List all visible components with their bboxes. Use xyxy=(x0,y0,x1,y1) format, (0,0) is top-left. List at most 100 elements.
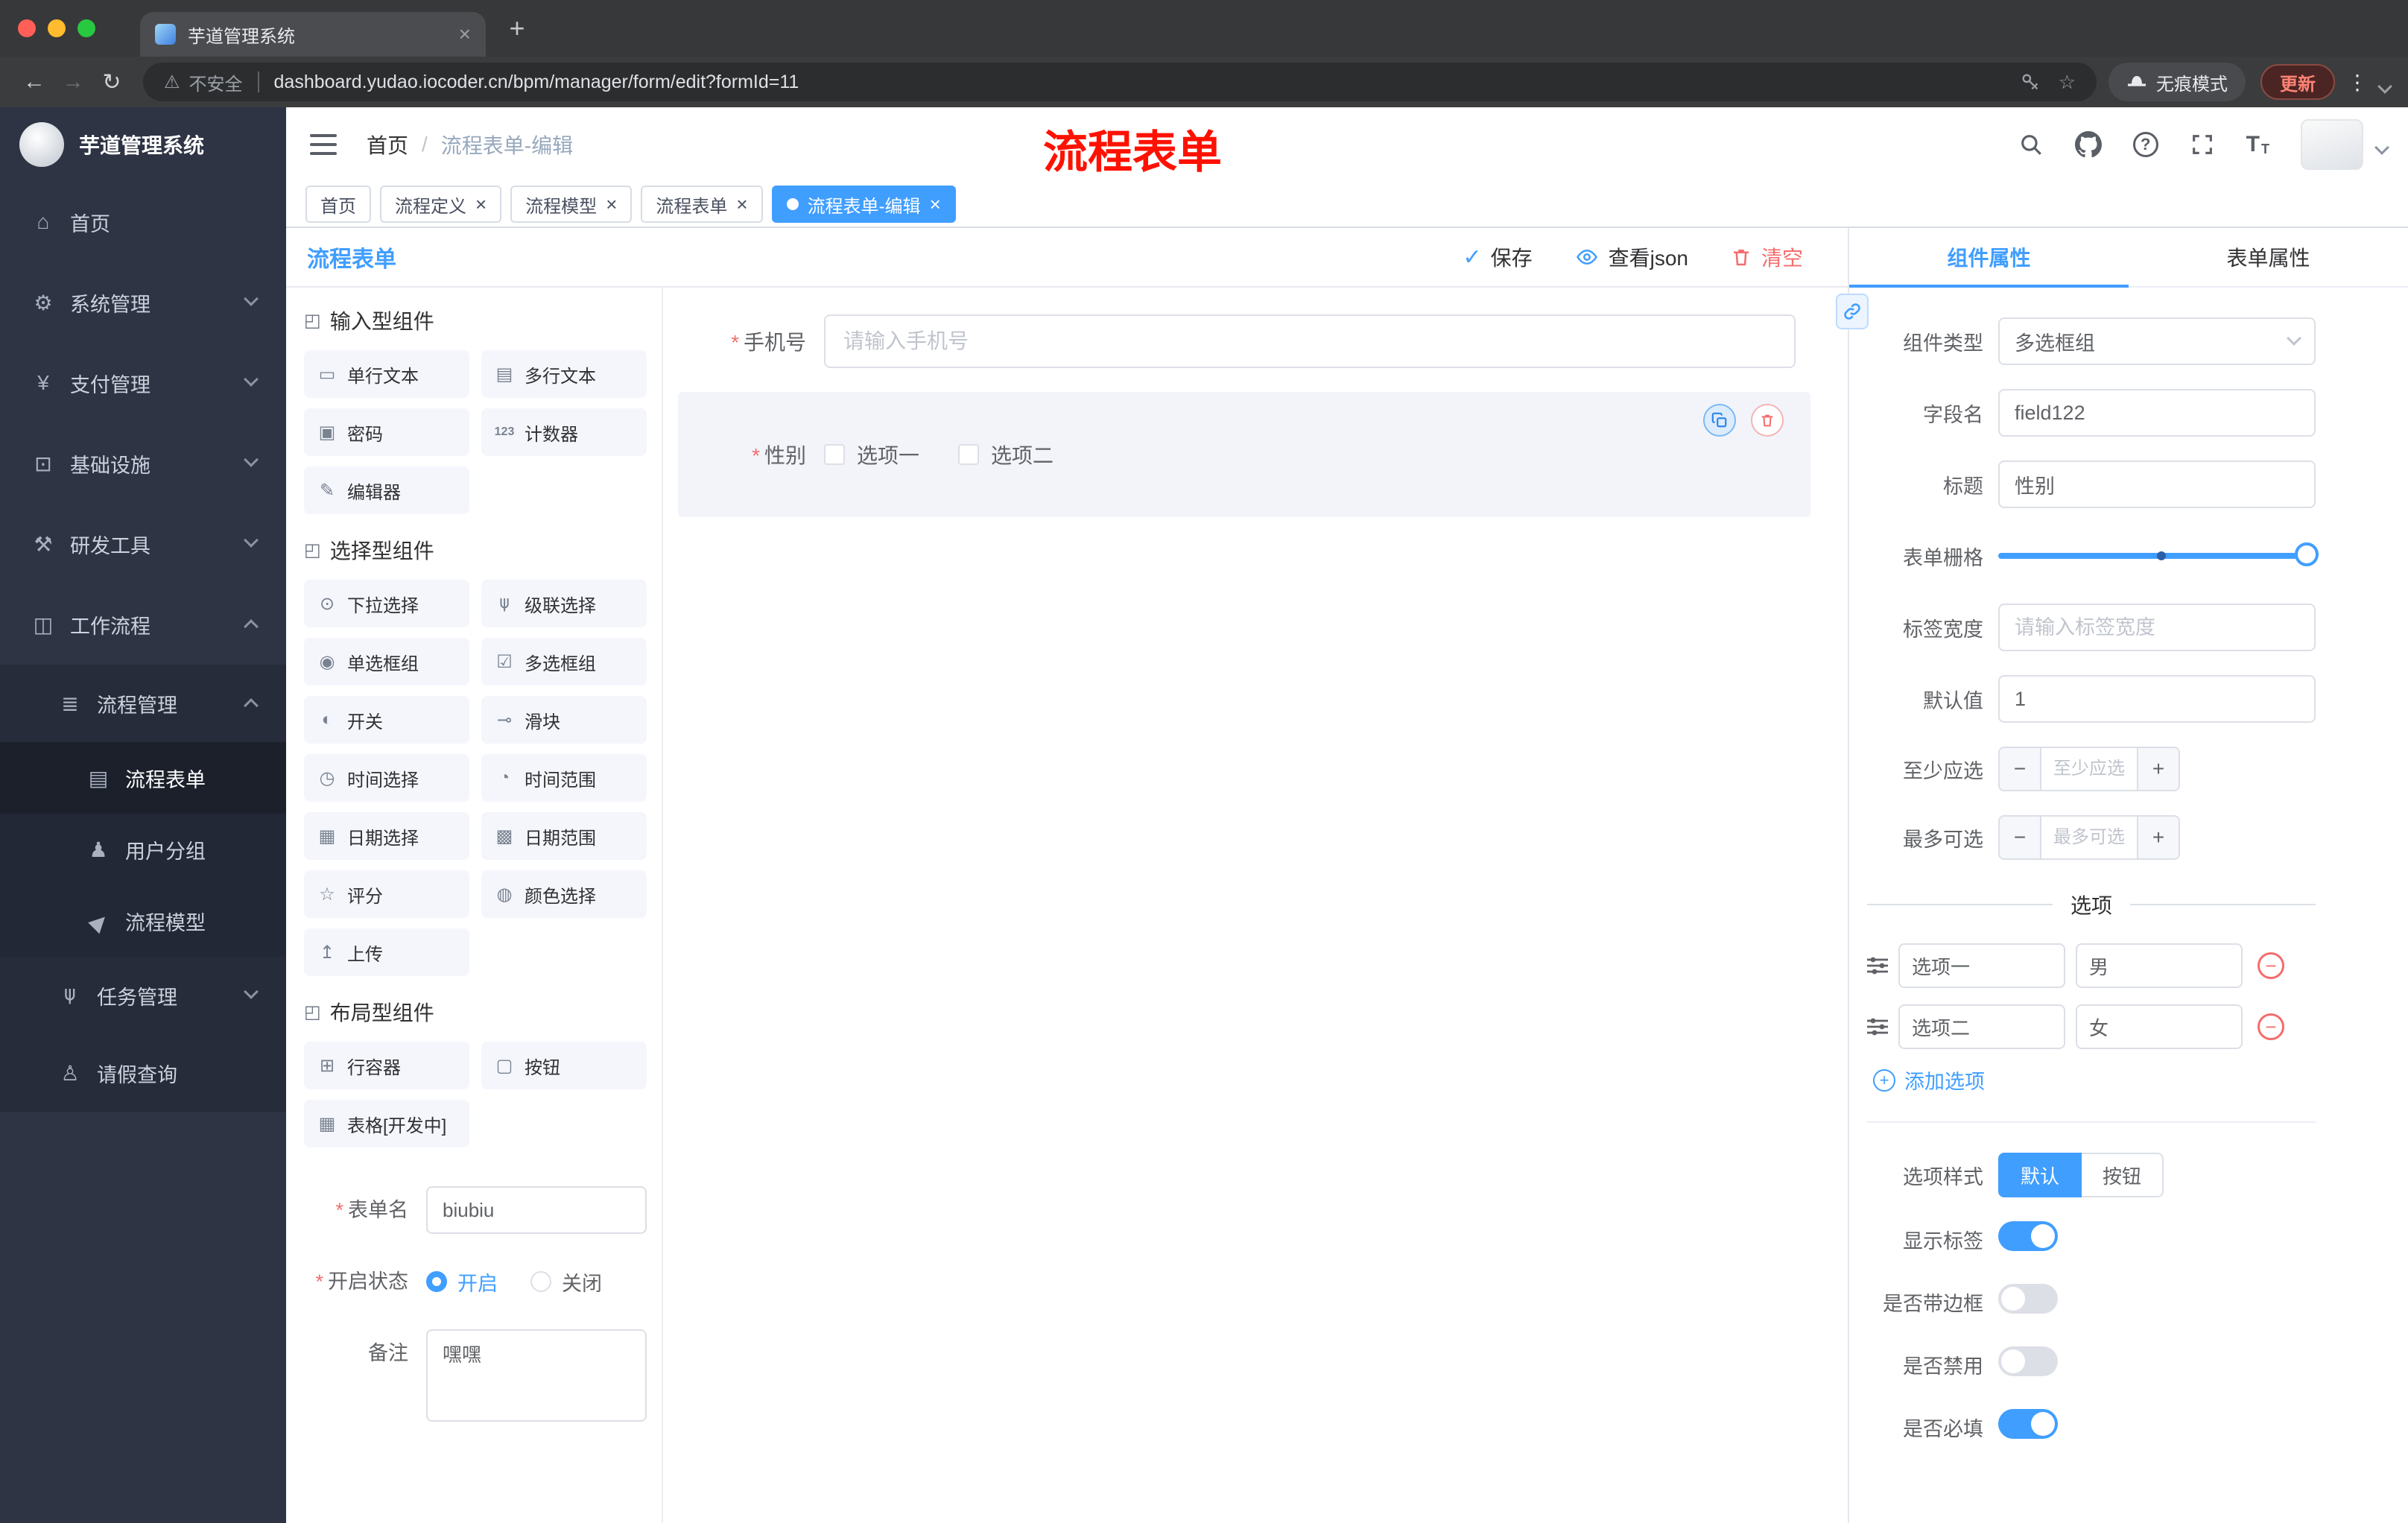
copy-field-button[interactable] xyxy=(1703,404,1736,437)
component-type-select[interactable]: 多选框组 xyxy=(1998,317,2316,365)
save-button[interactable]: ✓ 保存 xyxy=(1463,242,1532,272)
route-tab-process-form[interactable]: 流程表单 × xyxy=(641,186,763,223)
drag-handle-icon[interactable] xyxy=(1867,957,1888,975)
new-tab-button[interactable]: + xyxy=(498,9,536,48)
palette-item-date-range[interactable]: ▩ 日期范围 xyxy=(481,812,647,860)
browser-menu-icon[interactable]: ⋮ xyxy=(2347,70,2368,95)
incognito-badge[interactable]: 无痕模式 xyxy=(2108,63,2246,101)
update-button[interactable]: 更新 xyxy=(2260,64,2335,100)
canvas-field-gender-selected[interactable]: 性别 选项一 选项二 xyxy=(678,392,1810,517)
option2-value-input[interactable] xyxy=(2076,1004,2243,1049)
collapse-sidebar-icon[interactable] xyxy=(310,134,337,155)
breadcrumb-home[interactable]: 首页 xyxy=(367,130,408,159)
sidebar-item-workflow[interactable]: ◫ 工作流程 xyxy=(0,584,286,665)
address-bar[interactable]: ⚠ 不安全 dashboard.yudao.iocoder.cn/bpm/man… xyxy=(143,63,2097,101)
min-select-input[interactable] xyxy=(2041,748,2137,790)
back-icon[interactable]: ← xyxy=(15,69,54,95)
palette-item-password[interactable]: ▣ 密码 xyxy=(304,408,469,456)
max-select-input[interactable] xyxy=(2041,817,2137,858)
palette-item-multi-line-text[interactable]: ▤ 多行文本 xyxy=(481,350,647,398)
palette-item-color-picker[interactable]: ◍ 颜色选择 xyxy=(481,870,647,918)
search-icon[interactable] xyxy=(2018,132,2044,157)
bookmark-star-icon[interactable]: ☆ xyxy=(2059,71,2076,94)
title-input[interactable] xyxy=(1998,460,2316,508)
option1-label-input[interactable] xyxy=(1898,943,2065,988)
help-icon[interactable]: ? xyxy=(2132,132,2158,157)
sidebar-item-dev-tools[interactable]: ⚒ 研发工具 xyxy=(0,504,286,584)
remove-option-icon[interactable]: − xyxy=(2258,1013,2284,1040)
show-label-toggle[interactable] xyxy=(1998,1221,2058,1251)
palette-item-single-line-text[interactable]: ▭ 单行文本 xyxy=(304,350,469,398)
close-window-button[interactable] xyxy=(18,19,36,37)
sidebar-item-process-form[interactable]: ▤ 流程表单 xyxy=(0,742,286,814)
palette-item-slider[interactable]: ⊸ 滑块 xyxy=(481,696,647,744)
field-name-input[interactable] xyxy=(1998,389,2316,437)
chevron-down-icon[interactable] xyxy=(2374,140,2389,155)
form-grid-slider[interactable] xyxy=(1998,532,2319,580)
tab-close-icon[interactable]: × xyxy=(459,24,471,45)
browser-tab[interactable]: 芋道管理系统 × xyxy=(140,12,486,57)
palette-item-counter[interactable]: 123 计数器 xyxy=(481,408,647,456)
required-toggle[interactable] xyxy=(1998,1409,2058,1439)
palette-item-table[interactable]: ▦ 表格[开发中] xyxy=(304,1100,469,1147)
style-button-button[interactable]: 按钮 xyxy=(2082,1153,2164,1197)
status-on-radio[interactable]: 开启 xyxy=(426,1267,498,1296)
sidebar-item-home[interactable]: ⌂ 首页 xyxy=(0,182,286,262)
tab-component-props[interactable]: 组件属性 xyxy=(1849,228,2129,288)
sidebar-logo[interactable]: 芋道管理系统 xyxy=(0,107,286,182)
status-off-radio[interactable]: 关闭 xyxy=(530,1267,602,1296)
fullscreen-icon[interactable] xyxy=(2190,132,2215,157)
sidebar-item-infrastructure[interactable]: ⊡ 基础设施 xyxy=(0,423,286,504)
forward-icon[interactable]: → xyxy=(54,69,92,95)
password-key-icon[interactable] xyxy=(2020,72,2041,92)
link-icon[interactable] xyxy=(1836,294,1869,329)
add-option-button[interactable]: + 添加选项 xyxy=(1873,1066,2316,1095)
close-icon[interactable]: × xyxy=(475,194,487,214)
phone-input[interactable] xyxy=(824,314,1796,368)
decrease-icon[interactable]: − xyxy=(2000,748,2041,790)
close-icon[interactable]: × xyxy=(606,194,617,214)
minimize-window-button[interactable] xyxy=(48,19,66,37)
default-value-input[interactable] xyxy=(1998,675,2316,723)
sidebar-item-payment-management[interactable]: ¥ 支付管理 xyxy=(0,343,286,423)
close-icon[interactable]: × xyxy=(736,194,747,214)
zoom-window-button[interactable] xyxy=(77,19,95,37)
avatar[interactable] xyxy=(2301,119,2363,170)
font-size-icon[interactable]: TT xyxy=(2246,132,2269,157)
form-name-input[interactable] xyxy=(426,1186,647,1234)
palette-item-editor[interactable]: ✎ 编辑器 xyxy=(304,466,469,514)
style-default-button[interactable]: 默认 xyxy=(1998,1153,2082,1197)
slider-handle[interactable] xyxy=(2295,542,2319,566)
palette-item-cascader[interactable]: ⋔ 级联选择 xyxy=(481,580,647,627)
label-width-input[interactable] xyxy=(1998,604,2316,651)
disabled-toggle[interactable] xyxy=(1998,1346,2058,1376)
remove-option-icon[interactable]: − xyxy=(2258,952,2284,979)
clear-button[interactable]: 清空 xyxy=(1730,242,1803,272)
increase-icon[interactable]: + xyxy=(2137,817,2179,858)
palette-item-time-range[interactable]: ◔ 时间范围 xyxy=(481,754,647,802)
drag-handle-icon[interactable] xyxy=(1867,1018,1888,1036)
sidebar-item-system-management[interactable]: ⚙ 系统管理 xyxy=(0,262,286,343)
palette-item-upload[interactable]: ↥ 上传 xyxy=(304,928,469,976)
close-icon[interactable]: × xyxy=(930,194,941,214)
gender-option1-checkbox[interactable]: 选项一 xyxy=(824,440,919,469)
route-tab-process-definition[interactable]: 流程定义 × xyxy=(380,186,502,223)
sidebar-item-user-group[interactable]: ♟ 用户分组 xyxy=(0,814,286,885)
palette-item-time-picker[interactable]: ◷ 时间选择 xyxy=(304,754,469,802)
route-tab-process-model[interactable]: 流程模型 × xyxy=(510,186,633,223)
palette-item-date-picker[interactable]: ▦ 日期选择 xyxy=(304,812,469,860)
palette-item-switch[interactable]: ◐ 开关 xyxy=(304,696,469,744)
github-icon[interactable] xyxy=(2074,131,2102,158)
form-remark-textarea[interactable]: 嘿嘿 xyxy=(426,1329,647,1422)
sidebar-item-leave-query[interactable]: ♙ 请假查询 xyxy=(0,1034,286,1112)
delete-field-button[interactable] xyxy=(1751,404,1784,437)
route-tab-process-form-edit[interactable]: 流程表单-编辑 × xyxy=(771,186,956,223)
canvas-field-phone[interactable]: 手机号 xyxy=(681,314,1796,368)
sidebar-item-process-model[interactable]: ▶ 流程模型 xyxy=(0,885,286,957)
palette-item-checkbox-group[interactable]: ☑ 多选框组 xyxy=(481,638,647,685)
palette-item-select[interactable]: ⊙ 下拉选择 xyxy=(304,580,469,627)
palette-item-row-container[interactable]: ⊞ 行容器 xyxy=(304,1042,469,1089)
sidebar-item-task-management[interactable]: ⋔ 任务管理 xyxy=(0,957,286,1034)
decrease-icon[interactable]: − xyxy=(2000,817,2041,858)
palette-item-rate[interactable]: ☆ 评分 xyxy=(304,870,469,918)
